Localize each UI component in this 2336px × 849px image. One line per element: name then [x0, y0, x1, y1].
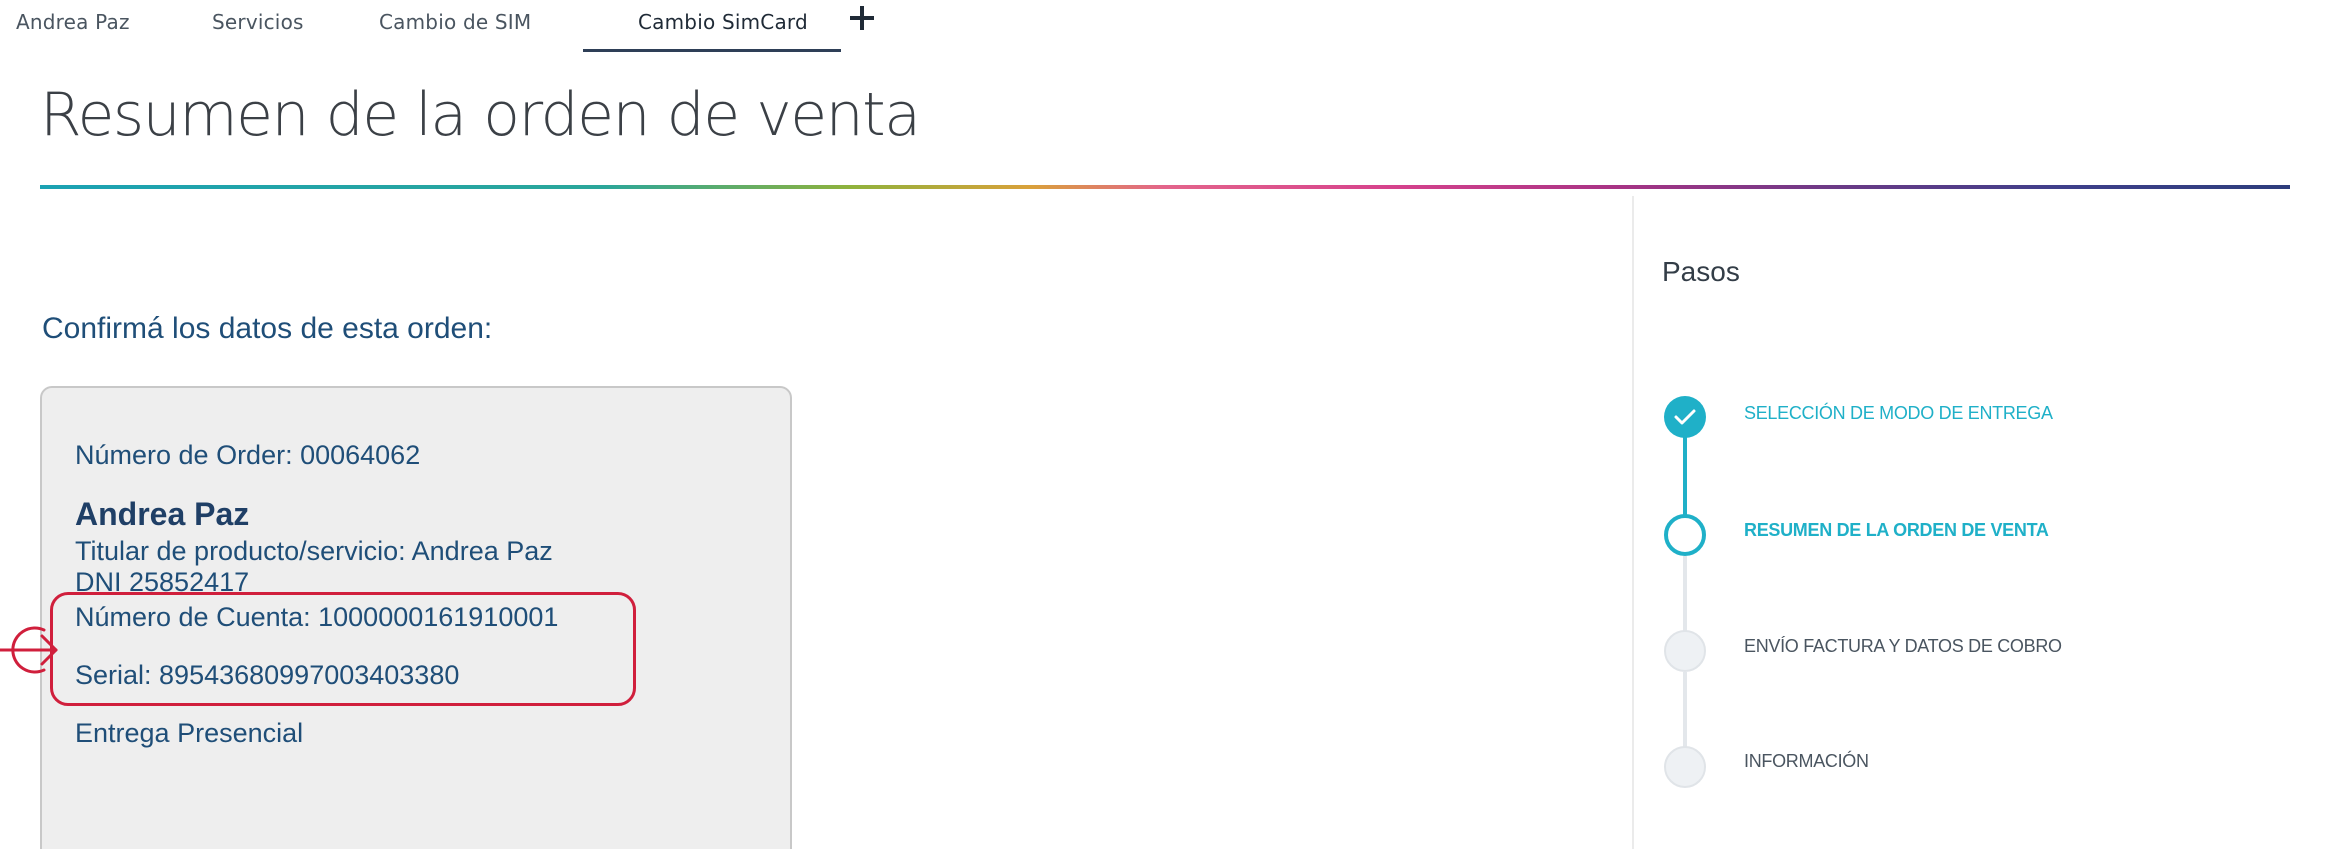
customer-name: Andrea Paz — [75, 496, 250, 532]
confirm-heading: Confirmá los datos de esta orden: — [42, 312, 493, 345]
check-icon — [1674, 409, 1696, 425]
tab-servicios[interactable]: Servicios — [212, 10, 304, 34]
steps-title: Pasos — [1662, 256, 1740, 287]
step-2-label[interactable]: RESUMEN DE LA ORDEN DE VENTA — [1744, 520, 2049, 541]
order-number: Número de Order: 00064062 — [75, 440, 421, 470]
panel-divider — [1632, 196, 1634, 849]
step-4-label[interactable]: INFORMACIÓN — [1744, 751, 1869, 772]
delivery-method: Entrega Presencial — [75, 718, 304, 748]
tab-cambio-simcard[interactable]: Cambio SimCard — [638, 10, 808, 34]
step-4-indicator — [1664, 746, 1706, 788]
tab-andrea-paz[interactable]: Andrea Paz — [16, 10, 130, 34]
product-holder: Titular de producto/servicio: Andrea Paz — [75, 536, 553, 566]
step-connector-complete — [1683, 436, 1687, 526]
page-title: Resumen de la orden de venta — [40, 80, 921, 150]
title-divider — [40, 185, 2290, 189]
active-tab-indicator — [583, 49, 841, 52]
step-3-indicator — [1664, 630, 1706, 672]
arrow-right-circle-icon — [0, 626, 58, 674]
highlight-annotation — [50, 592, 636, 706]
tab-cambio-de-sim[interactable]: Cambio de SIM — [379, 10, 531, 34]
step-1-label[interactable]: SELECCIÓN DE MODO DE ENTREGA — [1744, 403, 2053, 424]
step-3-label[interactable]: ENVÍO FACTURA Y DATOS DE COBRO — [1744, 636, 2062, 657]
step-1-indicator — [1664, 396, 1706, 438]
page: Andrea Paz Servicios Cambio de SIM Cambi… — [0, 0, 2336, 849]
plus-icon[interactable] — [848, 4, 876, 32]
tab-bar: Andrea Paz Servicios Cambio de SIM Cambi… — [0, 0, 2336, 54]
step-2-indicator — [1664, 514, 1706, 556]
